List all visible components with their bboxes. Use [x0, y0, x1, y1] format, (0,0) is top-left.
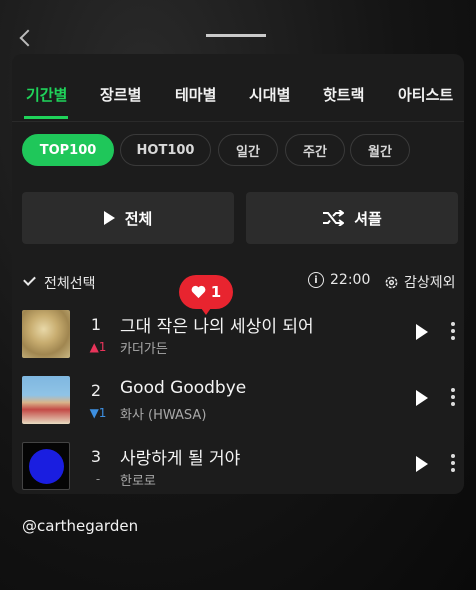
- account-handle: @carthegarden: [22, 517, 139, 535]
- shuffle-button[interactable]: 셔플: [246, 192, 458, 244]
- shuffle-label: 셔플: [354, 209, 382, 228]
- song-title: Good Goodbye: [120, 378, 247, 398]
- heart-icon: [191, 285, 206, 299]
- chart-panel: 기간별 장르별 테마별 시대별 핫트랙 아티스트 TOP100 HOT100 일…: [12, 54, 464, 494]
- play-song-button[interactable]: [416, 456, 428, 472]
- title-fragment: [206, 34, 266, 40]
- like-count: 1: [210, 283, 222, 301]
- rank-change: ▲1: [89, 340, 107, 354]
- tab-period[interactable]: 기간별: [26, 84, 67, 105]
- album-art: [22, 442, 70, 490]
- more-options-icon[interactable]: [450, 388, 456, 410]
- rank-number: 2: [90, 381, 102, 400]
- chart-filter-chips: TOP100 HOT100 일간 주간 월간: [12, 134, 464, 168]
- tab-hot-track[interactable]: 핫트랙: [323, 84, 364, 105]
- like-count-bubble: 1: [179, 275, 233, 315]
- play-song-button[interactable]: [416, 324, 428, 340]
- artist-name: 카더가든: [120, 342, 168, 357]
- checkmark-icon[interactable]: [23, 273, 36, 286]
- chip-daily[interactable]: 일간: [218, 134, 278, 166]
- chip-weekly[interactable]: 주간: [285, 134, 345, 166]
- rank-change: -: [95, 472, 101, 486]
- play-all-button[interactable]: 전체: [22, 192, 234, 244]
- rank-change: ▼1: [89, 406, 107, 420]
- play-all-label: 전체: [124, 209, 153, 228]
- song-title: 사랑하게 될 거야: [120, 449, 241, 469]
- shuffle-icon: [323, 210, 345, 226]
- more-options-icon[interactable]: [450, 322, 456, 344]
- song-row[interactable]: 2 ▼1 Good Goodbye 화사 (HWASA): [12, 376, 464, 436]
- song-row[interactable]: 1 ▲1 그대 작은 나의 세상이 되어 카더가든: [12, 310, 464, 370]
- exclude-listening-button[interactable]: 감상제외: [384, 272, 456, 292]
- album-art: [22, 376, 70, 424]
- chip-monthly[interactable]: 월간: [350, 134, 410, 166]
- tab-theme[interactable]: 테마별: [175, 84, 216, 105]
- info-icon: i: [308, 272, 324, 288]
- artist-name: 한로로: [120, 474, 156, 489]
- top-bar: [0, 29, 476, 54]
- song-row[interactable]: 3 - 사랑하게 될 거야 한로로: [12, 442, 464, 494]
- selection-bar: 전체선택 i 22:00 감상제외: [12, 270, 464, 294]
- artist-name: 화사 (HWASA): [120, 408, 207, 423]
- play-icon: [103, 211, 115, 225]
- chip-hot100[interactable]: HOT100: [120, 134, 211, 166]
- back-arrow-icon[interactable]: [19, 29, 37, 47]
- tab-era[interactable]: 시대별: [249, 84, 290, 105]
- select-all-label[interactable]: 전체선택: [44, 273, 96, 293]
- timer-button[interactable]: i 22:00: [308, 272, 370, 288]
- timer-value: 22:00: [330, 272, 371, 288]
- tab-genre[interactable]: 장르별: [100, 84, 141, 105]
- active-tab-indicator: [24, 116, 68, 119]
- tab-artist[interactable]: 아티스트: [398, 84, 453, 105]
- tab-bar: 기간별 장르별 테마별 시대별 핫트랙 아티스트: [12, 54, 464, 122]
- rank-number: 1: [90, 315, 102, 334]
- more-options-icon[interactable]: [450, 454, 456, 476]
- settings-gear-icon: [385, 276, 398, 288]
- play-song-button[interactable]: [416, 390, 428, 406]
- album-art: [22, 310, 70, 358]
- exclude-label: 감상제외: [404, 275, 456, 291]
- song-title: 그대 작은 나의 세상이 되어: [120, 317, 314, 337]
- chip-top100[interactable]: TOP100: [22, 134, 114, 166]
- rank-number: 3: [90, 447, 102, 466]
